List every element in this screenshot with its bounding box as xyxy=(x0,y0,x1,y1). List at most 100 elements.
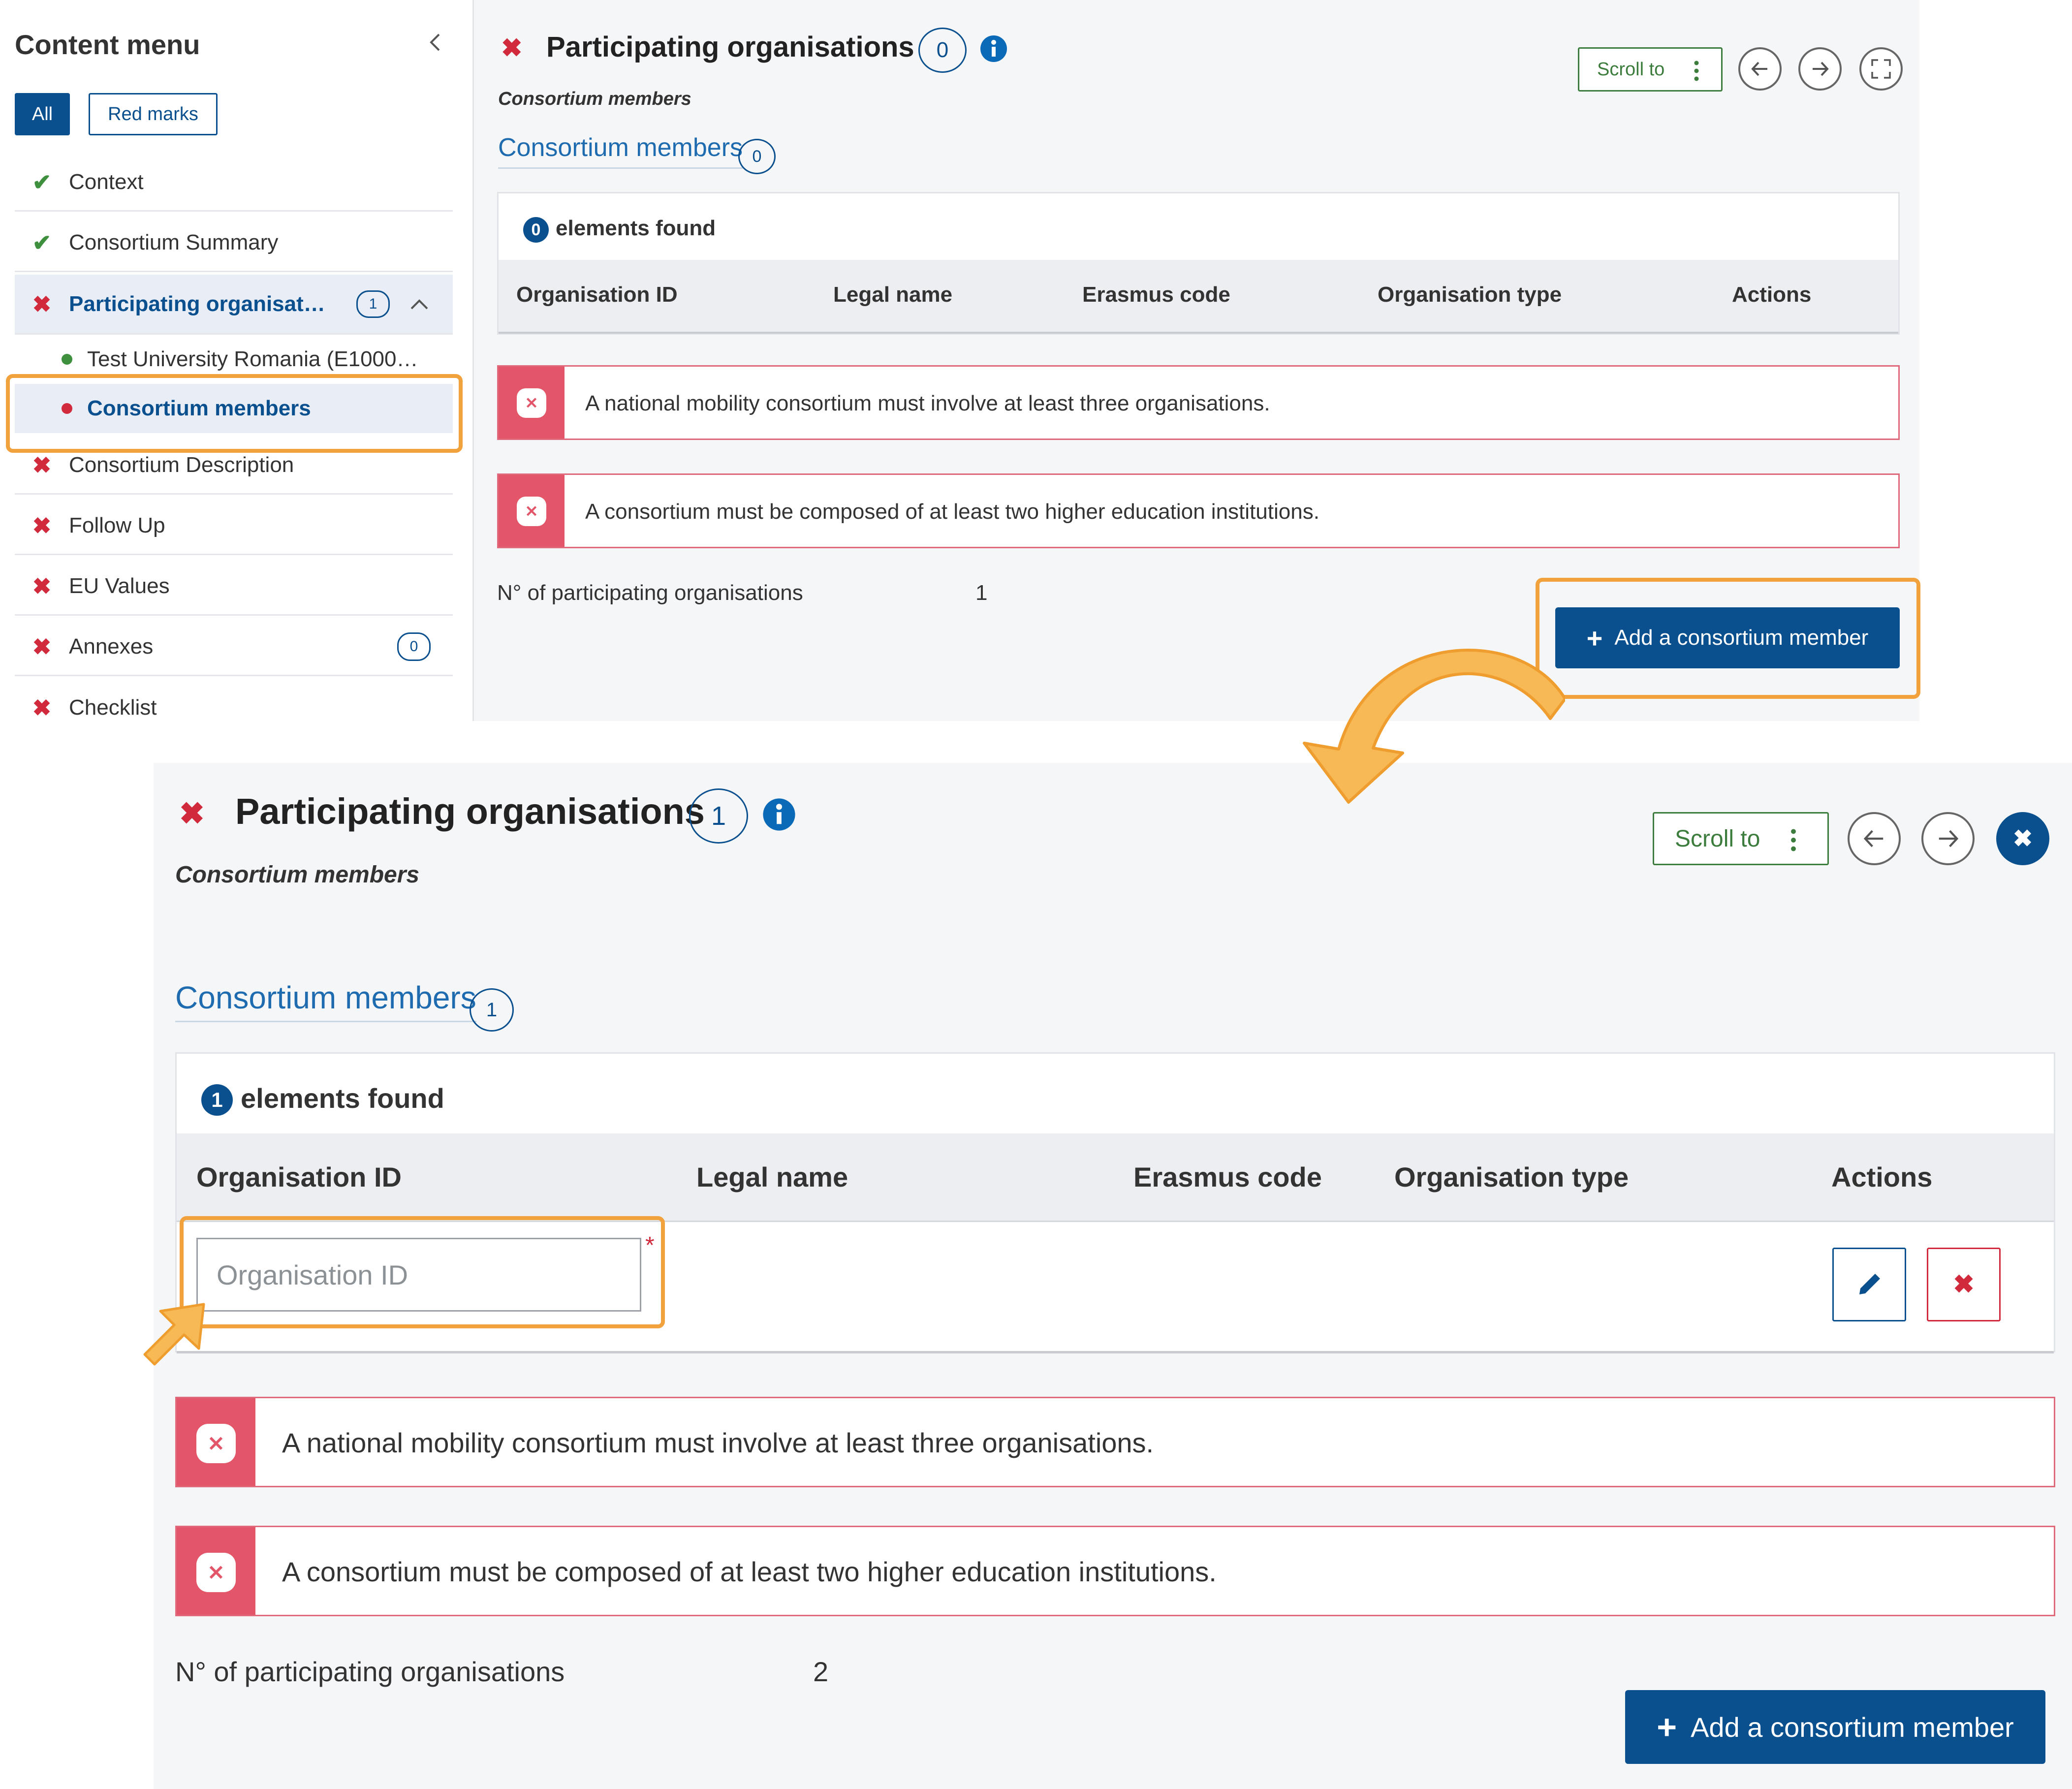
menu-item-follow-up[interactable]: ✖ Follow Up xyxy=(15,497,453,555)
section-title: Participating organisations xyxy=(235,791,705,832)
scroll-to-button[interactable]: Scroll to xyxy=(1653,812,1829,865)
status-dot xyxy=(62,354,72,365)
previous-button[interactable] xyxy=(1848,812,1901,865)
cross-icon: ✖ xyxy=(501,34,523,63)
consortium-members-heading[interactable]: Consortium members xyxy=(175,979,476,1022)
arrow-right-icon xyxy=(1813,62,1829,76)
participating-count-label: N° of participating organisations xyxy=(175,1656,565,1687)
edit-button[interactable] xyxy=(1832,1248,1906,1321)
error-message: ✕ A national mobility consortium must in… xyxy=(497,365,1900,440)
consortium-members-heading[interactable]: Consortium members xyxy=(498,133,743,169)
content-menu-sidebar: Content menu All Red marks ✔ Context ✔ C… xyxy=(0,0,474,721)
chevron-left-icon[interactable] xyxy=(424,31,448,54)
scroll-to-label: Scroll to xyxy=(1675,825,1760,852)
close-button[interactable]: ✖ xyxy=(1996,812,2049,865)
previous-button[interactable] xyxy=(1738,47,1782,91)
top-screenshot-panel: Content menu All Red marks ✔ Context ✔ C… xyxy=(0,0,1920,721)
curved-arrow-icon xyxy=(1303,649,1565,804)
cross-icon: ✖ xyxy=(179,797,205,831)
cross-icon: ✖ xyxy=(32,512,52,538)
found-count-badge: 1 xyxy=(201,1084,233,1116)
kebab-icon xyxy=(1694,61,1699,81)
error-text: A national mobility consortium must invo… xyxy=(282,1427,1154,1458)
found-count-badge: 0 xyxy=(523,217,549,243)
check-icon: ✔ xyxy=(32,169,52,195)
menu-item-consortium-summary[interactable]: ✔ Consortium Summary xyxy=(15,214,453,272)
column-organisation-id: Organisation ID xyxy=(516,282,678,307)
sidebar-title: Content menu xyxy=(15,29,200,60)
menu-item-label: Annexes xyxy=(69,634,154,659)
section-caption: Consortium members xyxy=(498,89,691,109)
pencil-icon xyxy=(1859,1274,1880,1294)
error-side-panel: ✕ xyxy=(177,1527,255,1615)
close-icon: ✖ xyxy=(2012,826,2033,852)
menu-item-badge: 1 xyxy=(356,290,390,318)
next-button[interactable] xyxy=(1798,47,1842,91)
found-label: elements found xyxy=(241,1083,444,1114)
delete-icon: ✖ xyxy=(1953,1270,1975,1299)
filter-all-button[interactable]: All xyxy=(15,93,70,135)
next-button[interactable] xyxy=(1921,812,1975,865)
cross-icon: ✖ xyxy=(32,573,52,599)
filter-red-marks-button[interactable]: Red marks xyxy=(89,93,218,135)
kebab-icon xyxy=(1791,829,1796,851)
check-icon: ✔ xyxy=(32,229,52,255)
consortium-members-table: 1 elements found Organisation ID Legal n… xyxy=(175,1052,2055,1353)
subsection-count-badge: 0 xyxy=(738,139,776,174)
highlight-frame xyxy=(180,1216,665,1328)
scroll-to-button[interactable]: Scroll to xyxy=(1578,47,1723,92)
menu-item-label: Checklist xyxy=(69,695,157,720)
column-organisation-id: Organisation ID xyxy=(196,1161,402,1193)
error-side-panel: ✕ xyxy=(177,1398,255,1486)
pointer-arrow-icon xyxy=(143,1303,205,1366)
subsection-count-badge: 1 xyxy=(470,988,514,1032)
add-consortium-member-button[interactable]: + Add a consortium member xyxy=(1625,1690,2045,1764)
menu-item-label: Consortium Description xyxy=(69,453,294,477)
error-text: A consortium must be composed of at leas… xyxy=(282,1556,1217,1587)
menu-item-badge: 0 xyxy=(397,632,431,661)
error-side-panel: ✕ xyxy=(499,367,565,439)
consortium-members-table: 0 elements found Organisation ID Legal n… xyxy=(497,192,1900,335)
error-text: A national mobility consortium must invo… xyxy=(585,391,1270,415)
plus-icon: + xyxy=(1657,1708,1677,1746)
error-message: ✕ A national mobility consortium must in… xyxy=(175,1397,2055,1487)
cross-icon: ✖ xyxy=(32,452,52,478)
cross-icon: ✖ xyxy=(32,695,52,721)
delete-button[interactable]: ✖ xyxy=(1927,1248,2001,1321)
column-organisation-type: Organisation type xyxy=(1394,1161,1629,1193)
plus-icon: + xyxy=(1586,622,1603,654)
menu-item-checklist[interactable]: ✖ Checklist xyxy=(15,679,453,737)
error-message: ✕ A consortium must be composed of at le… xyxy=(497,473,1900,548)
add-consortium-member-button[interactable]: + Add a consortium member xyxy=(1555,607,1900,668)
error-icon: ✕ xyxy=(517,497,546,526)
title-count-badge: 0 xyxy=(918,28,967,73)
arrow-right-icon xyxy=(1939,830,1959,847)
chevron-up-icon[interactable] xyxy=(408,294,430,315)
menu-item-annexes[interactable]: ✖ Annexes 0 xyxy=(15,618,453,676)
menu-item-label: Participating organisat… xyxy=(69,291,325,316)
menu-item-label: Consortium Summary xyxy=(69,230,279,254)
column-actions: Actions xyxy=(1732,282,1812,307)
info-icon[interactable] xyxy=(762,797,796,832)
section-title: Participating organisations xyxy=(546,31,914,63)
info-icon[interactable] xyxy=(979,34,1008,63)
error-icon: ✕ xyxy=(196,1424,236,1463)
fullscreen-icon xyxy=(1871,59,1891,79)
scroll-to-label: Scroll to xyxy=(1597,59,1665,80)
add-button-label: Add a consortium member xyxy=(1691,1711,2014,1743)
highlight-frame xyxy=(6,374,463,453)
error-text: A consortium must be composed of at leas… xyxy=(585,500,1319,524)
table-header: Organisation ID Legal name Erasmus code … xyxy=(499,260,1898,334)
menu-item-label: Context xyxy=(69,169,144,194)
menu-item-eu-values[interactable]: ✖ EU Values xyxy=(15,558,453,616)
menu-item-participating-organisations[interactable]: ✖ Participating organisat… 1 xyxy=(15,275,453,335)
fullscreen-button[interactable] xyxy=(1859,47,1903,91)
arrow-left-icon xyxy=(1863,830,1884,847)
title-count-badge: 1 xyxy=(689,788,748,844)
column-organisation-type: Organisation type xyxy=(1378,282,1562,307)
error-side-panel: ✕ xyxy=(499,475,565,547)
menu-item-context[interactable]: ✔ Context xyxy=(15,154,453,212)
add-button-label: Add a consortium member xyxy=(1614,626,1869,650)
column-erasmus-code: Erasmus code xyxy=(1133,1161,1322,1193)
column-erasmus-code: Erasmus code xyxy=(1082,282,1230,307)
